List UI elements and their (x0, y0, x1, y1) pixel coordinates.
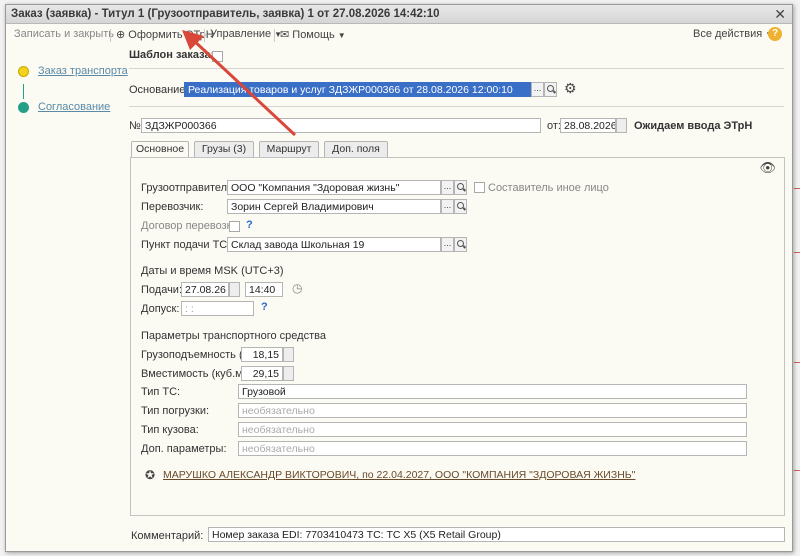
vtype-field[interactable]: Грузовой (238, 384, 747, 399)
pickup-select-button[interactable]: ... (441, 237, 454, 252)
shipper-select-button[interactable]: ... (441, 180, 454, 195)
carrier-label: Перевозчик: (141, 201, 204, 213)
capacity-field[interactable]: 18,15 (241, 347, 283, 362)
background-line (794, 252, 800, 253)
supply-label: Подачи: (141, 284, 183, 296)
step-connector (23, 84, 24, 99)
window-title: Заказ (заявка) - Титул 1 (Грузоотправите… (11, 8, 440, 20)
body-type-field[interactable]: необязательно (238, 422, 747, 437)
background-line (794, 470, 800, 471)
step-green-dot-icon (18, 102, 29, 113)
step-yellow-dot-icon (18, 66, 29, 77)
envelope-icon: ✉ (280, 29, 290, 41)
admit-label: Допуск: (141, 303, 180, 315)
basis-field[interactable]: Реализация товаров и услуг ЗДЗЖР000366 о… (184, 82, 531, 97)
order-window: Заказ (заявка) - Титул 1 (Грузоотправите… (5, 4, 793, 552)
divider (129, 106, 784, 107)
eye-icon[interactable]: 👁 (759, 160, 776, 176)
pickup-field[interactable]: Склад завода Школьная 19 (227, 237, 441, 252)
vtype-label: Тип ТС: (141, 386, 181, 398)
supply-time-field[interactable]: 14:40 (245, 282, 283, 297)
comment-field[interactable]: Номер заказа EDI: 7703410473 ТС: ТС X5 (… (208, 527, 785, 542)
date-label: от: (547, 120, 561, 132)
search-icon[interactable] (454, 180, 467, 195)
search-icon[interactable] (454, 199, 467, 214)
save-close-button[interactable]: Записать и закрыть (14, 28, 114, 40)
status-text: Ожидаем ввода ЭТрН (634, 120, 753, 132)
other-face-label: Составитель иное лицо (488, 182, 609, 194)
help-icon[interactable]: ? (768, 27, 782, 41)
admit-help-icon[interactable]: ? (261, 301, 268, 313)
process-steps: Заказ транспорта Согласование (6, 46, 128, 166)
background-line (794, 188, 800, 189)
contract-label: Договор перевозки: (141, 220, 241, 232)
other-face-checkbox[interactable] (474, 182, 485, 193)
signature-link[interactable]: МАРУШКО АЛЕКСАНДР ВИКТОРОВИЧ, по 22.04.2… (163, 469, 635, 481)
step-label: Согласование (38, 101, 111, 113)
carrier-select-button[interactable]: ... (441, 199, 454, 214)
all-actions-menu[interactable]: Все действия▼ (693, 28, 773, 40)
vehicle-header: Параметры транспортного средства (141, 330, 326, 342)
admit-field[interactable]: : : (181, 301, 254, 316)
etrn-button-label: Оформить ЭТрН (128, 29, 214, 41)
date-field[interactable]: 28.08.2026 (560, 118, 616, 133)
toolbar-separator (110, 29, 111, 42)
chevron-down-icon: ▼ (337, 31, 346, 40)
tab-cargo[interactable]: Грузы (3) (194, 141, 254, 157)
comment-label: Комментарий: (131, 530, 204, 542)
background-line (794, 362, 800, 363)
help-menu[interactable]: ✉ Помощь ▼ (280, 28, 346, 41)
dates-header: Даты и время MSK (UTC+3) (141, 265, 284, 277)
tab-extra-fields[interactable]: Доп. поля (324, 141, 388, 157)
extra-params-field[interactable]: необязательно (238, 441, 747, 456)
calculator-icon[interactable] (283, 366, 294, 381)
management-label: Управление (210, 28, 272, 40)
volume-field[interactable]: 29,15 (241, 366, 283, 381)
carrier-field[interactable]: Зорин Сергей Владимирович (227, 199, 441, 214)
tab-main[interactable]: Основное (131, 141, 189, 158)
contract-help-icon[interactable]: ? (246, 219, 253, 231)
management-menu[interactable]: Управление ▼ (210, 28, 282, 40)
load-type-label: Тип погрузки: (141, 405, 210, 417)
tab-panel-main: 👁 Грузоотправитель: ООО "Компания "Здоро… (130, 157, 785, 516)
etrn-icon: ⊕ (116, 29, 126, 41)
basis-label: Основание: (129, 84, 189, 96)
pickup-label: Пункт подачи ТС: (141, 239, 231, 251)
calendar-icon[interactable] (616, 118, 627, 133)
volume-label: Вместимость (куб.м.): (141, 368, 253, 380)
basis-select-button[interactable]: ... (531, 82, 544, 97)
template-label: Шаблон заказа: (129, 49, 215, 61)
all-actions-label: Все действия (693, 28, 763, 40)
gear-icon[interactable]: ⚙ (564, 80, 577, 97)
calendar-icon[interactable] (229, 282, 240, 297)
step-label: Заказ транспорта (38, 65, 128, 77)
extra-params-label: Доп. параметры: (141, 443, 227, 455)
divider (129, 68, 784, 69)
toolbar: Записать и закрыть ⊕ Оформить ЭТрН Управ… (6, 25, 792, 45)
close-icon[interactable]: ✕ (774, 6, 786, 23)
capacity-label: Грузоподъемность (т): (141, 349, 255, 361)
title-bar: Заказ (заявка) - Титул 1 (Грузоотправите… (6, 5, 792, 24)
certificate-icon: ✪ (145, 468, 156, 482)
etrn-button[interactable]: ⊕ Оформить ЭТрН (116, 28, 214, 41)
body-type-label: Тип кузова: (141, 424, 199, 436)
contract-checkbox[interactable] (229, 221, 240, 232)
clock-icon[interactable]: ◷ (292, 281, 302, 295)
search-icon[interactable] (454, 237, 467, 252)
calculator-icon[interactable] (283, 347, 294, 362)
number-field[interactable]: ЗДЗЖР000366 (141, 118, 541, 133)
toolbar-separator (204, 29, 205, 42)
load-type-field[interactable]: необязательно (238, 403, 747, 418)
supply-date-field[interactable]: 27.08.26 (181, 282, 229, 297)
shipper-field[interactable]: ООО "Компания "Здоровая жизнь" (227, 180, 441, 195)
template-checkbox[interactable] (212, 51, 223, 62)
help-label: Помощь (292, 29, 335, 41)
toolbar-separator (274, 29, 275, 42)
tab-route[interactable]: Маршрут (259, 141, 319, 157)
search-icon[interactable] (544, 82, 557, 97)
shipper-label: Грузоотправитель: (141, 182, 236, 194)
